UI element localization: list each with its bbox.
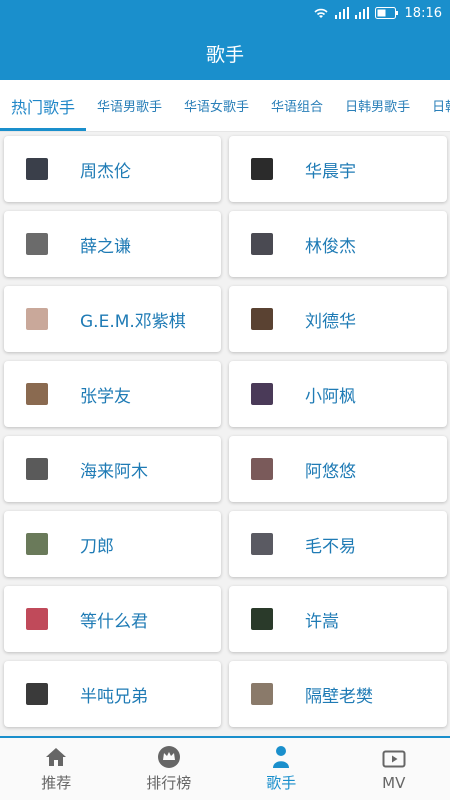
avatar xyxy=(251,683,273,705)
singer-card[interactable]: 薛之谦 xyxy=(4,211,221,277)
avatar xyxy=(251,383,273,405)
singer-name: 隔壁老樊 xyxy=(305,686,373,707)
nav-label: 排行榜 xyxy=(146,774,192,792)
singer-name: 刘德华 xyxy=(305,311,356,332)
singer-card[interactable]: 许嵩 xyxy=(229,586,447,652)
singer-name: 等什么君 xyxy=(80,611,148,632)
singer-name: G.E.M.邓紫棋 xyxy=(80,311,186,332)
wifi-icon xyxy=(313,7,329,19)
avatar xyxy=(26,458,48,480)
nav-item-2[interactable]: 歌手 xyxy=(225,738,338,800)
singer-name: 周杰伦 xyxy=(80,161,131,182)
status-bar: 18:16 xyxy=(0,0,450,26)
singer-name: 小阿枫 xyxy=(305,386,356,407)
nav-label: MV xyxy=(382,773,406,792)
avatar xyxy=(26,533,48,555)
bottom-navigation: 推荐 排行榜 歌手 MV xyxy=(0,736,450,800)
avatar xyxy=(26,608,48,630)
nav-item-1[interactable]: 排行榜 xyxy=(113,738,226,800)
singer-card[interactable]: 阿悠悠 xyxy=(229,436,447,502)
singer-name: 阿悠悠 xyxy=(305,461,356,482)
singer-card[interactable]: 海来阿木 xyxy=(4,436,221,502)
avatar xyxy=(251,308,273,330)
nav-item-3[interactable]: MV xyxy=(338,738,450,800)
tab-0[interactable]: 热门歌手 xyxy=(0,80,87,131)
tab-4[interactable]: 日韩男歌手 xyxy=(334,80,421,131)
singer-card[interactable]: 刘德华 xyxy=(229,286,447,352)
nav-item-0[interactable]: 推荐 xyxy=(0,738,113,800)
singer-card[interactable]: 半吨兄弟 xyxy=(4,661,221,727)
tab-3[interactable]: 华语组合 xyxy=(260,80,334,131)
singer-name: 许嵩 xyxy=(305,611,339,632)
avatar xyxy=(26,383,48,405)
singer-card[interactable]: G.E.M.邓紫棋 xyxy=(4,286,221,352)
avatar xyxy=(251,608,273,630)
singer-grid: 周杰伦 华晨宇薛之谦 林俊杰 G.E.M.邓紫棋 刘德华张学友 小阿枫海来阿木 阿悠悠刀郎 毛… xyxy=(0,133,450,736)
video-icon xyxy=(382,747,406,771)
avatar xyxy=(26,683,48,705)
singer-card[interactable]: 隔壁老樊 xyxy=(229,661,447,727)
crown-icon xyxy=(157,745,181,769)
status-time: 18:16 xyxy=(404,5,442,21)
avatar xyxy=(251,458,273,480)
tab-2[interactable]: 华语女歌手 xyxy=(173,80,260,131)
singer-card[interactable]: 华晨宇 xyxy=(229,136,447,202)
person-icon xyxy=(269,745,293,769)
singer-name: 林俊杰 xyxy=(305,236,356,257)
singer-name: 张学友 xyxy=(80,386,131,407)
tab-5[interactable]: 日韩 xyxy=(421,80,450,131)
avatar xyxy=(26,158,48,180)
signal-icon xyxy=(354,7,369,19)
category-tabs[interactable]: 热门歌手华语男歌手华语女歌手华语组合日韩男歌手日韩 xyxy=(0,80,450,132)
avatar xyxy=(251,533,273,555)
singer-name: 半吨兄弟 xyxy=(80,686,148,707)
avatar xyxy=(251,158,273,180)
singer-card[interactable]: 小阿枫 xyxy=(229,361,447,427)
page-title: 歌手 xyxy=(205,43,244,66)
singer-name: 刀郎 xyxy=(80,536,114,557)
singer-card[interactable]: 周杰伦 xyxy=(4,136,221,202)
singer-name: 毛不易 xyxy=(305,536,356,557)
singer-card[interactable]: 等什么君 xyxy=(4,586,221,652)
avatar xyxy=(26,233,48,255)
nav-label: 推荐 xyxy=(41,774,72,792)
singer-card[interactable]: 毛不易 xyxy=(229,511,447,577)
singer-name: 薛之谦 xyxy=(80,236,131,257)
singer-name: 华晨宇 xyxy=(305,161,356,182)
singer-card[interactable]: 刀郎 xyxy=(4,511,221,577)
singer-name: 海来阿木 xyxy=(80,461,148,482)
signal-icon xyxy=(334,7,349,19)
tab-1[interactable]: 华语男歌手 xyxy=(86,80,173,131)
battery-icon xyxy=(374,7,399,19)
nav-label: 歌手 xyxy=(266,774,297,792)
avatar xyxy=(251,233,273,255)
singer-card[interactable]: 张学友 xyxy=(4,361,221,427)
home-icon xyxy=(44,745,68,769)
app-bar: 歌手 xyxy=(0,26,450,80)
singer-card[interactable]: 林俊杰 xyxy=(229,211,447,277)
avatar xyxy=(26,308,48,330)
